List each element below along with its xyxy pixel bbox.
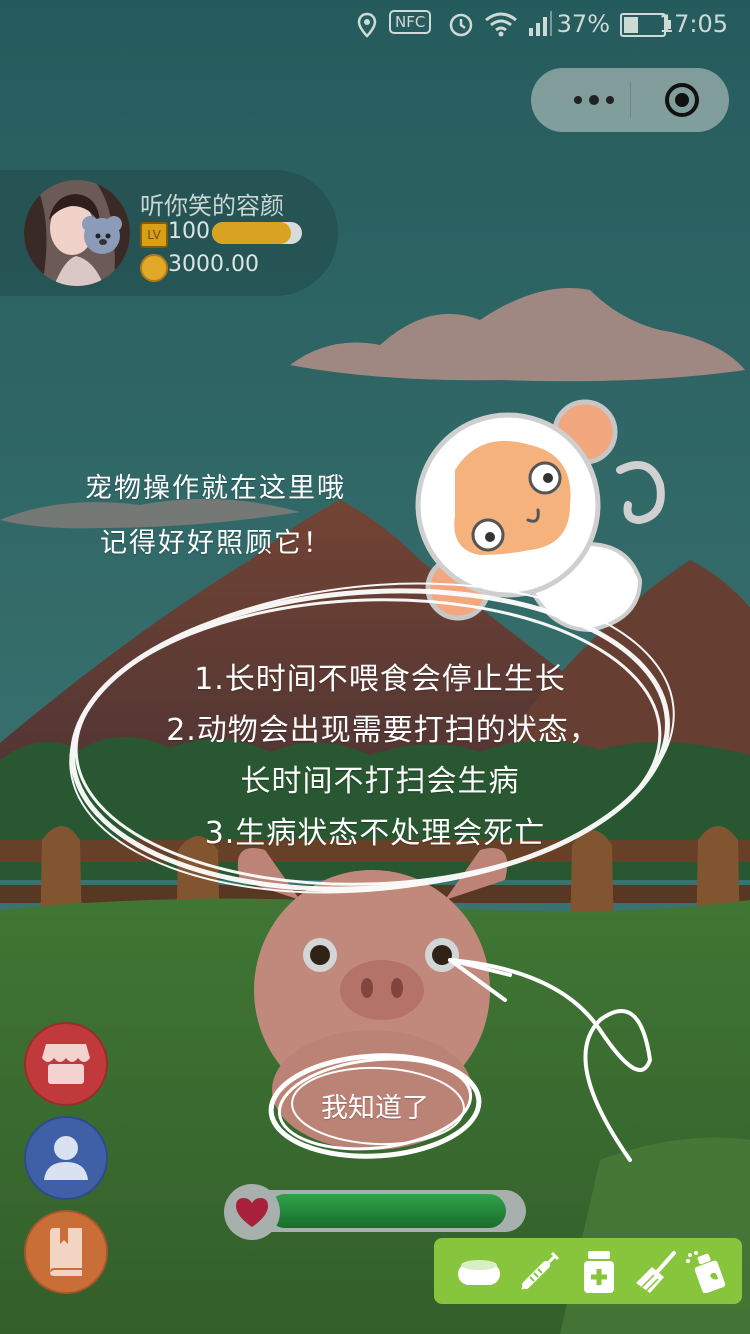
store-icon xyxy=(42,1044,90,1084)
got-it-label: 我知道了 xyxy=(321,1093,429,1124)
exp-bar-fill xyxy=(212,222,291,244)
clock: 17:05 xyxy=(658,10,728,38)
close-target-icon[interactable] xyxy=(664,82,700,118)
book-icon xyxy=(50,1228,82,1276)
tip-line-1: 宠物操作就在这里哦 xyxy=(85,473,346,504)
broom-icon xyxy=(636,1251,676,1293)
medicine-button[interactable] xyxy=(576,1251,622,1293)
guide-button[interactable] xyxy=(24,1210,108,1294)
health-bar-fill xyxy=(268,1194,506,1228)
food-bowl-icon xyxy=(458,1260,500,1285)
rule-line: 长时间不打扫会生病 xyxy=(240,764,520,799)
location-icon xyxy=(357,12,377,38)
rule-line: 1.长时间不喂食会停止生长 xyxy=(194,662,566,697)
feed-button[interactable] xyxy=(456,1251,502,1293)
coin-icon xyxy=(140,254,168,282)
level-value: 100 xyxy=(168,219,210,244)
syringe-icon xyxy=(521,1251,560,1290)
coin-balance: 3000.00 xyxy=(168,252,259,277)
capsule-menu xyxy=(531,68,729,132)
injection-button[interactable] xyxy=(516,1251,562,1293)
clean-button[interactable] xyxy=(634,1251,680,1293)
battery-level xyxy=(624,17,638,33)
user-icon xyxy=(44,1136,88,1180)
profile-button[interactable] xyxy=(24,1116,108,1200)
spray-button[interactable] xyxy=(684,1251,730,1294)
store-button[interactable] xyxy=(24,1022,108,1106)
medicine-bottle-icon xyxy=(584,1251,614,1293)
alarm-icon xyxy=(449,13,473,37)
signal-icon xyxy=(529,11,552,36)
heart-icon xyxy=(224,1184,280,1240)
nfc-icon: NFC xyxy=(389,10,432,34)
rule-line: 2.动物会出现需要打扫的状态， xyxy=(166,713,600,748)
level-badge: LV xyxy=(140,222,168,248)
got-it-button[interactable]: 我知道了 xyxy=(262,1040,488,1170)
rule-line: 3.生病状态不处理会死亡 xyxy=(204,816,546,851)
action-toolbar xyxy=(434,1238,742,1304)
more-dots-icon[interactable] xyxy=(559,84,629,116)
capsule-divider xyxy=(630,82,631,118)
status-bar: NFC 37% 17:05 xyxy=(0,0,750,50)
tip-line-2: 记得好好照顾它！ xyxy=(100,528,332,559)
nickname: 听你笑的容颜 xyxy=(140,192,284,220)
spray-icon xyxy=(686,1251,726,1294)
wifi-icon xyxy=(485,12,517,37)
player-profile[interactable]: 听你笑的容颜 LV 100 3000.00 xyxy=(0,170,338,296)
exp-bar xyxy=(212,222,302,244)
avatar[interactable] xyxy=(24,180,130,286)
battery-percent: 37% xyxy=(556,10,610,38)
